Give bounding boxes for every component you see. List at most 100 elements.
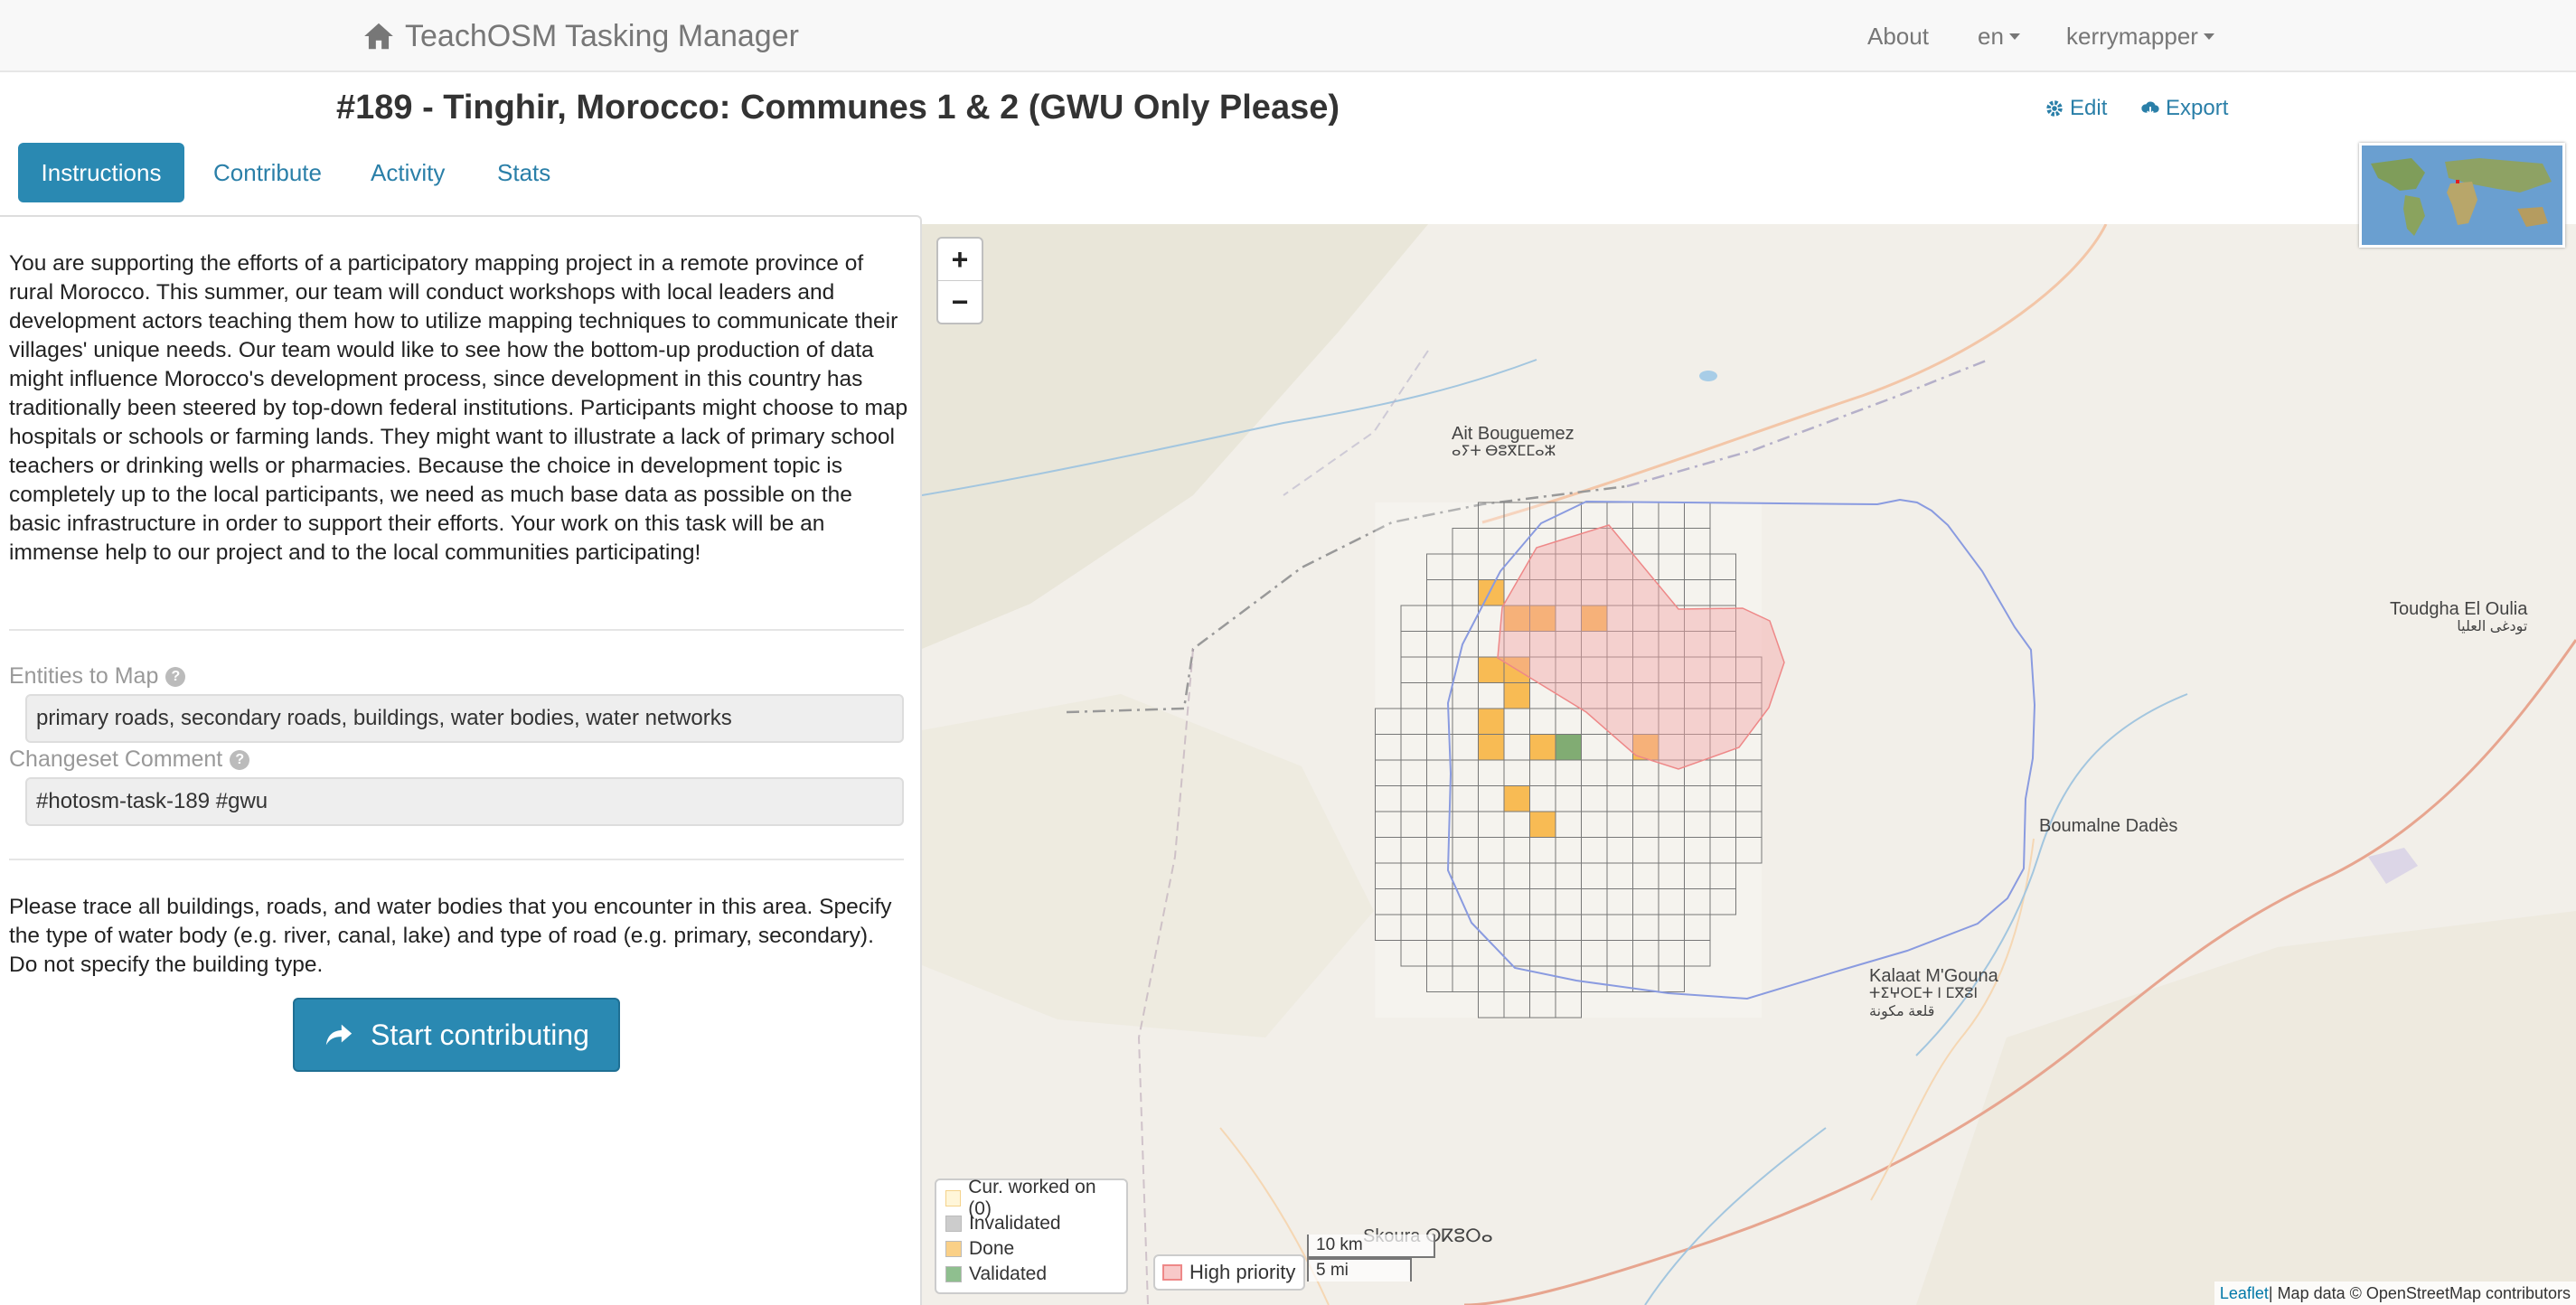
task-cell[interactable]	[1503, 888, 1530, 915]
task-cell[interactable]	[1400, 811, 1427, 838]
task-cell-done[interactable]	[1503, 682, 1530, 709]
task-cell[interactable]	[1555, 888, 1582, 915]
task-cell[interactable]	[1581, 940, 1608, 967]
task-cell[interactable]	[1452, 734, 1479, 761]
task-cell[interactable]	[1632, 837, 1659, 864]
task-cell[interactable]	[1426, 553, 1453, 580]
task-cell[interactable]	[1709, 837, 1736, 864]
leaflet-link[interactable]: Leaflet	[2220, 1284, 2269, 1303]
task-cell[interactable]	[1375, 708, 1402, 735]
task-cell[interactable]	[1658, 888, 1685, 915]
task-cell[interactable]	[1581, 888, 1608, 915]
task-cell[interactable]	[1555, 759, 1582, 786]
tab-contribute[interactable]: Contribute	[192, 143, 343, 202]
task-cell[interactable]	[1375, 811, 1402, 838]
task-cell[interactable]	[1632, 759, 1659, 786]
user-menu[interactable]: kerrymapper	[2066, 0, 2214, 72]
task-cell[interactable]	[1452, 914, 1479, 941]
task-cell[interactable]	[1658, 528, 1685, 555]
language-dropdown[interactable]: en	[1978, 0, 2020, 72]
task-cell[interactable]	[1400, 785, 1427, 812]
task-cell[interactable]	[1503, 502, 1530, 529]
task-cell[interactable]	[1684, 785, 1711, 812]
task-cell[interactable]	[1709, 811, 1736, 838]
task-cell[interactable]	[1400, 656, 1427, 683]
task-cell[interactable]	[1529, 759, 1556, 786]
task-cell[interactable]	[1400, 914, 1427, 941]
task-cell[interactable]	[1452, 862, 1479, 889]
task-cell[interactable]	[1684, 579, 1711, 606]
zoom-out-button[interactable]: −	[938, 280, 982, 323]
task-cell[interactable]	[1452, 759, 1479, 786]
task-cell-done[interactable]	[1503, 785, 1530, 812]
task-cell[interactable]	[1452, 965, 1479, 992]
task-cell[interactable]	[1452, 940, 1479, 967]
task-cell[interactable]	[1400, 888, 1427, 915]
task-cell[interactable]	[1581, 811, 1608, 838]
task-cell[interactable]	[1658, 811, 1685, 838]
task-cell[interactable]	[1735, 837, 1763, 864]
task-cell[interactable]	[1709, 862, 1736, 889]
task-cell[interactable]	[1503, 991, 1530, 1019]
task-cell[interactable]	[1658, 914, 1685, 941]
task-cell[interactable]	[1684, 502, 1711, 529]
task-cell[interactable]	[1400, 631, 1427, 658]
task-cell[interactable]	[1478, 811, 1505, 838]
task-map[interactable]: + − Ait Bouguemez ⴰⵢⵜ ⴱⵓⴳⵎⵎⴰⵣ Toudgha El…	[922, 224, 2576, 1305]
task-cell[interactable]	[1400, 940, 1427, 967]
task-cell[interactable]	[1452, 553, 1479, 580]
task-cell[interactable]	[1503, 862, 1530, 889]
task-cell[interactable]	[1503, 734, 1530, 761]
task-cell-done[interactable]	[1478, 656, 1505, 683]
task-cell[interactable]	[1709, 553, 1736, 580]
task-cell[interactable]	[1658, 837, 1685, 864]
task-cell[interactable]	[1375, 785, 1402, 812]
task-cell[interactable]	[1426, 579, 1453, 606]
task-cell[interactable]	[1452, 785, 1479, 812]
help-icon[interactable]: ?	[230, 749, 250, 770]
task-cell[interactable]	[1581, 734, 1608, 761]
task-cell[interactable]	[1684, 553, 1711, 580]
task-cell[interactable]	[1375, 837, 1402, 864]
task-cell[interactable]	[1658, 502, 1685, 529]
task-cell[interactable]	[1375, 734, 1402, 761]
task-cell[interactable]	[1452, 811, 1479, 838]
task-cell[interactable]	[1529, 914, 1556, 941]
task-cell[interactable]	[1478, 888, 1505, 915]
task-cell[interactable]	[1658, 940, 1685, 967]
task-cell[interactable]	[1503, 759, 1530, 786]
entities-field[interactable]: primary roads, secondary roads, building…	[25, 694, 904, 743]
about-link[interactable]: About	[1867, 0, 1929, 72]
task-cell[interactable]	[1478, 528, 1505, 555]
task-cell[interactable]	[1658, 785, 1685, 812]
task-cell[interactable]	[1684, 528, 1711, 555]
task-cell[interactable]	[1400, 862, 1427, 889]
task-cell[interactable]	[1478, 965, 1505, 992]
task-cell[interactable]	[1452, 631, 1479, 658]
task-cell[interactable]	[1658, 862, 1685, 889]
task-cell[interactable]	[1426, 759, 1453, 786]
task-cell[interactable]	[1684, 862, 1711, 889]
task-cell[interactable]	[1426, 914, 1453, 941]
task-cell-done[interactable]	[1529, 811, 1556, 838]
task-cell[interactable]	[1503, 811, 1530, 838]
task-cell[interactable]	[1452, 605, 1479, 632]
task-cell[interactable]	[1555, 785, 1582, 812]
task-cell[interactable]	[1606, 811, 1633, 838]
task-cell[interactable]	[1632, 811, 1659, 838]
minimap[interactable]	[2359, 143, 2565, 248]
brand-link[interactable]: TeachOSM Tasking Manager	[362, 9, 799, 63]
task-cell[interactable]	[1426, 785, 1453, 812]
task-cell[interactable]	[1632, 862, 1659, 889]
task-cell[interactable]	[1400, 759, 1427, 786]
task-cell[interactable]	[1400, 837, 1427, 864]
task-cell[interactable]	[1606, 837, 1633, 864]
task-cell[interactable]	[1555, 991, 1582, 1019]
map-canvas[interactable]	[922, 224, 2576, 1305]
task-cell[interactable]	[1452, 682, 1479, 709]
task-cell[interactable]	[1452, 579, 1479, 606]
task-cell[interactable]	[1400, 605, 1427, 632]
task-cell[interactable]	[1606, 862, 1633, 889]
task-cell[interactable]	[1709, 579, 1736, 606]
task-cell[interactable]	[1400, 734, 1427, 761]
